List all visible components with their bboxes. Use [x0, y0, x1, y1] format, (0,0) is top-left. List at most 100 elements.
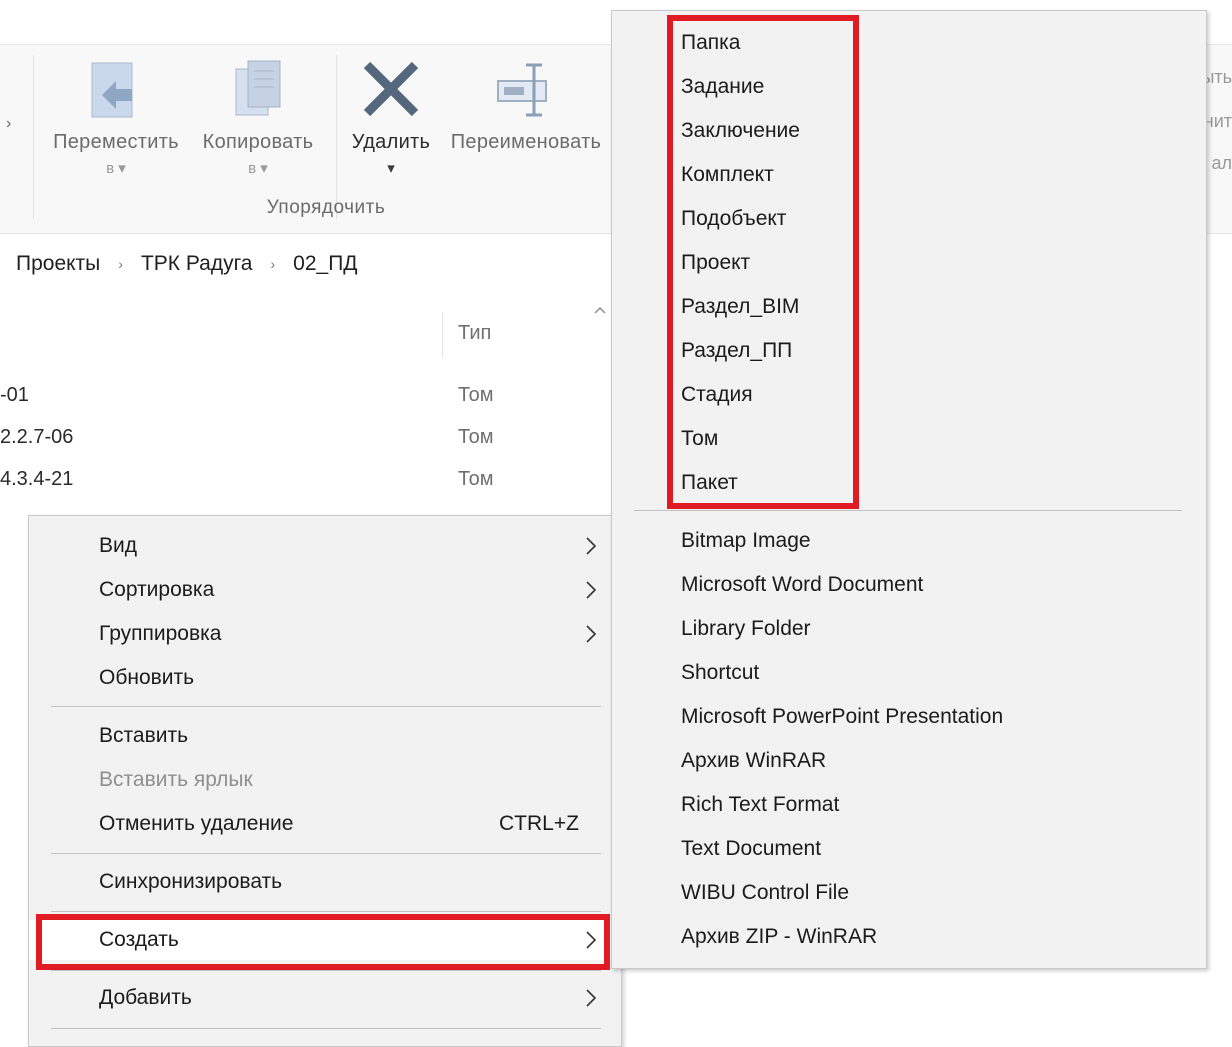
- menu-item-paste-shortcut: Вставить ярлык: [29, 760, 621, 800]
- new-item-powerpoint[interactable]: Microsoft PowerPoint Presentation: [612, 697, 1206, 737]
- chevron-right-icon: [586, 581, 597, 599]
- ribbon-group-organize-label: Упорядочить: [266, 197, 386, 218]
- submenu-item-label: Заключение: [681, 119, 800, 142]
- new-item-bitmap[interactable]: Bitmap Image: [612, 521, 1206, 561]
- rename-label: Переименовать: [450, 131, 602, 153]
- move-to-label: Переместить: [53, 131, 179, 153]
- copy-to-button[interactable]: Копировать в ▾: [190, 45, 326, 195]
- submenu-item-label: Архив WinRAR: [681, 749, 827, 772]
- delete-x-icon: [363, 61, 419, 117]
- menu-item-label: Сортировка: [99, 578, 215, 601]
- ribbon-scroll-left[interactable]: ›: [6, 115, 11, 133]
- submenu-item-label: Стадия: [681, 383, 753, 406]
- move-to-icon: [91, 62, 133, 118]
- menu-item-group[interactable]: Группировка: [29, 614, 621, 654]
- sort-ascending-icon: [594, 307, 606, 314]
- submenu-item-label: Раздел_BIM: [681, 295, 800, 318]
- menu-separator: [634, 510, 1182, 511]
- menu-item-label: Вставить: [99, 724, 189, 747]
- new-item-winrar-archive[interactable]: Архив WinRAR: [612, 741, 1206, 781]
- copy-to-icon: [235, 60, 281, 116]
- ribbon-cut-label: нит: [1203, 111, 1232, 131]
- submenu-item-label: Text Document: [681, 837, 822, 860]
- file-name: 2.2.7-06: [0, 426, 74, 448]
- file-type: Том: [458, 384, 494, 406]
- menu-item-label: Вставить ярлык: [99, 768, 253, 791]
- new-item-project[interactable]: Проект: [612, 243, 1206, 283]
- submenu-item-label: Library Folder: [681, 617, 811, 640]
- menu-separator: [51, 853, 601, 854]
- menu-item-paste[interactable]: Вставить: [29, 716, 621, 756]
- chevron-right-icon: [586, 989, 597, 1007]
- breadcrumb-item[interactable]: Проекты: [16, 252, 100, 276]
- menu-item-add[interactable]: Добавить: [29, 978, 621, 1018]
- new-item-set[interactable]: Комплект: [612, 155, 1206, 195]
- new-item-section-pp[interactable]: Раздел_ПП: [612, 331, 1206, 371]
- column-divider[interactable]: [442, 312, 443, 358]
- new-item-section-bim[interactable]: Раздел_BIM: [612, 287, 1206, 327]
- submenu-item-label: WIBU Control File: [681, 881, 850, 904]
- menu-item-label: Добавить: [99, 986, 192, 1009]
- menu-item-new[interactable]: Создать: [29, 920, 621, 960]
- file-row[interactable]: 2.2.7-06 Том: [0, 426, 494, 449]
- new-item-shortcut[interactable]: Shortcut: [612, 653, 1206, 693]
- submenu-item-label: Пакет: [681, 471, 738, 494]
- menu-separator: [51, 911, 601, 912]
- column-header-type[interactable]: Тип: [458, 322, 491, 345]
- move-to-dropdown[interactable]: в ▾: [42, 159, 190, 177]
- submenu-item-label: Задание: [681, 75, 765, 98]
- move-to-button[interactable]: Переместить в ▾: [42, 45, 190, 195]
- chevron-right-icon[interactable]: ›: [270, 256, 275, 272]
- menu-item-label: Создать: [99, 928, 179, 951]
- new-item-wibu-control-file[interactable]: WIBU Control File: [612, 873, 1206, 913]
- new-item-task[interactable]: Задание: [612, 67, 1206, 107]
- chevron-right-icon[interactable]: ›: [118, 256, 123, 272]
- menu-item-label: Группировка: [99, 622, 222, 645]
- new-item-package[interactable]: Пакет: [612, 463, 1206, 503]
- submenu-item-label: Shortcut: [681, 661, 760, 684]
- menu-item-view[interactable]: Вид: [29, 526, 621, 566]
- menu-item-label: Обновить: [99, 666, 195, 689]
- menu-item-refresh[interactable]: Обновить: [29, 658, 621, 698]
- new-item-subobject[interactable]: Подобъект: [612, 199, 1206, 239]
- file-row[interactable]: 4.3.4-21 Том: [0, 468, 494, 491]
- menu-item-label: Вид: [99, 534, 137, 557]
- file-name: -01: [0, 384, 29, 406]
- chevron-right-icon: [586, 625, 597, 643]
- new-item-word-document[interactable]: Microsoft Word Document: [612, 565, 1206, 605]
- breadcrumb-item[interactable]: ТРК Радуга: [141, 252, 253, 276]
- submenu-item-label: Проект: [681, 251, 751, 274]
- submenu-item-label: Архив ZIP - WinRAR: [681, 925, 878, 948]
- new-item-library-folder[interactable]: Library Folder: [612, 609, 1206, 649]
- new-item-text-document[interactable]: Text Document: [612, 829, 1206, 869]
- submenu-item-label: Rich Text Format: [681, 793, 840, 816]
- file-row[interactable]: -01 Том: [0, 384, 494, 407]
- rename-button[interactable]: Переименовать: [440, 45, 612, 195]
- submenu-item-label: Папка: [681, 31, 741, 54]
- submenu-item-label: Подобъект: [681, 207, 787, 230]
- copy-to-dropdown[interactable]: в ▾: [190, 159, 326, 177]
- new-item-rtf[interactable]: Rich Text Format: [612, 785, 1206, 825]
- new-item-zip-archive[interactable]: Архив ZIP - WinRAR: [612, 917, 1206, 957]
- menu-item-label: Отменить удаление: [99, 812, 294, 835]
- new-item-folder[interactable]: Папка: [612, 23, 1206, 63]
- menu-item-sort[interactable]: Сортировка: [29, 570, 621, 610]
- submenu-item-label: Microsoft PowerPoint Presentation: [681, 705, 1004, 728]
- menu-item-shortcut: CTRL+Z: [499, 812, 579, 835]
- new-item-conclusion[interactable]: Заключение: [612, 111, 1206, 151]
- delete-button[interactable]: Удалить ▾: [344, 45, 438, 195]
- delete-label: Удалить: [351, 131, 431, 153]
- file-type: Том: [458, 468, 494, 490]
- new-item-volume[interactable]: Том: [612, 419, 1206, 459]
- menu-item-sync[interactable]: Синхронизировать: [29, 862, 621, 902]
- breadcrumb: Проекты › ТРК Радуга › 02_ПД: [16, 252, 358, 276]
- delete-dropdown[interactable]: ▾: [344, 159, 438, 177]
- new-item-stage[interactable]: Стадия: [612, 375, 1206, 415]
- menu-separator: [51, 706, 601, 707]
- breadcrumb-item[interactable]: 02_ПД: [293, 252, 357, 276]
- menu-separator: [51, 1028, 601, 1029]
- file-name: 4.3.4-21: [0, 468, 74, 490]
- menu-separator: [51, 970, 601, 971]
- menu-item-undo-delete[interactable]: Отменить удаление CTRL+Z: [29, 804, 621, 844]
- new-submenu: Папка Задание Заключение Комплект Подобъ…: [611, 10, 1207, 969]
